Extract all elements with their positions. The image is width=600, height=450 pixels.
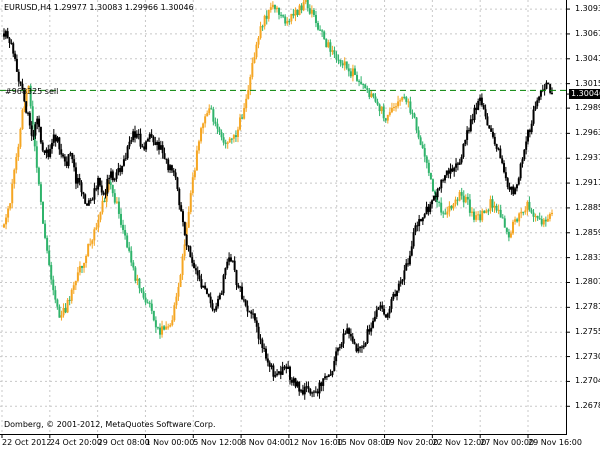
- price-tick-label: 1.28075: [575, 277, 600, 287]
- price-tick-label: 1.29375: [575, 153, 600, 163]
- price-tick-label: 1.27555: [575, 327, 600, 337]
- time-tick-label: 22 Nov 12:00: [432, 438, 487, 447]
- price-tick-label: 1.30675: [575, 28, 600, 38]
- time-tick-label: 27 Nov 00:00: [480, 438, 535, 447]
- time-tick-label: 24 Oct 20:00: [49, 438, 102, 447]
- symbol-ohlc-header: EURUSD,H4 1.29977 1.30083 1.29966 1.3004…: [4, 3, 194, 12]
- price-tick-label: 1.30155: [575, 78, 600, 88]
- price-tick-label: 1.28335: [575, 252, 600, 262]
- price-tick-label: 1.28855: [575, 202, 600, 212]
- time-tick-label: 5 Nov 12:00: [193, 438, 243, 447]
- price-tick-label: 1.30415: [575, 53, 600, 63]
- time-tick-label: 8 Nov 04:00: [241, 438, 290, 447]
- price-tick-label: 1.27040: [575, 376, 600, 386]
- price-tick-label: 1.29899: [575, 103, 600, 113]
- price-tick-label: 1.29635: [575, 128, 600, 138]
- copyright-label: Domberg, © 2001-2012, MetaQuotes Softwar…: [4, 420, 216, 429]
- price-tick-label: 1.27300: [575, 351, 600, 361]
- time-tick-label: 1 Nov 00:00: [145, 438, 195, 447]
- price-tick-label: 1.27815: [575, 302, 600, 312]
- price-tick-label: 1.26780: [575, 401, 600, 411]
- time-tick-label: 15 Nov 08:00: [336, 438, 391, 447]
- plot-frame: [0, 0, 567, 435]
- time-tick-label: 22 Oct 2012: [2, 438, 52, 447]
- price-tick-label: 1.30935: [575, 4, 600, 14]
- price-tick-label: 1.28595: [575, 227, 600, 237]
- time-tick-label: 29 Oct 08:00: [97, 438, 150, 447]
- current-price-tag: 1.30046: [569, 89, 600, 100]
- order-line-label: #968325 sell: [5, 87, 59, 96]
- time-tick-label: 29 Nov 16:00: [528, 438, 582, 447]
- price-tick-label: 1.29115: [575, 178, 600, 188]
- time-tick-label: 12 Nov 16:00: [288, 438, 343, 447]
- time-tick-label: 19 Nov 20:00: [384, 438, 439, 447]
- mt4-chart-window[interactable]: EURUSD,H4 1.29977 1.30083 1.29966 1.3004…: [0, 0, 600, 450]
